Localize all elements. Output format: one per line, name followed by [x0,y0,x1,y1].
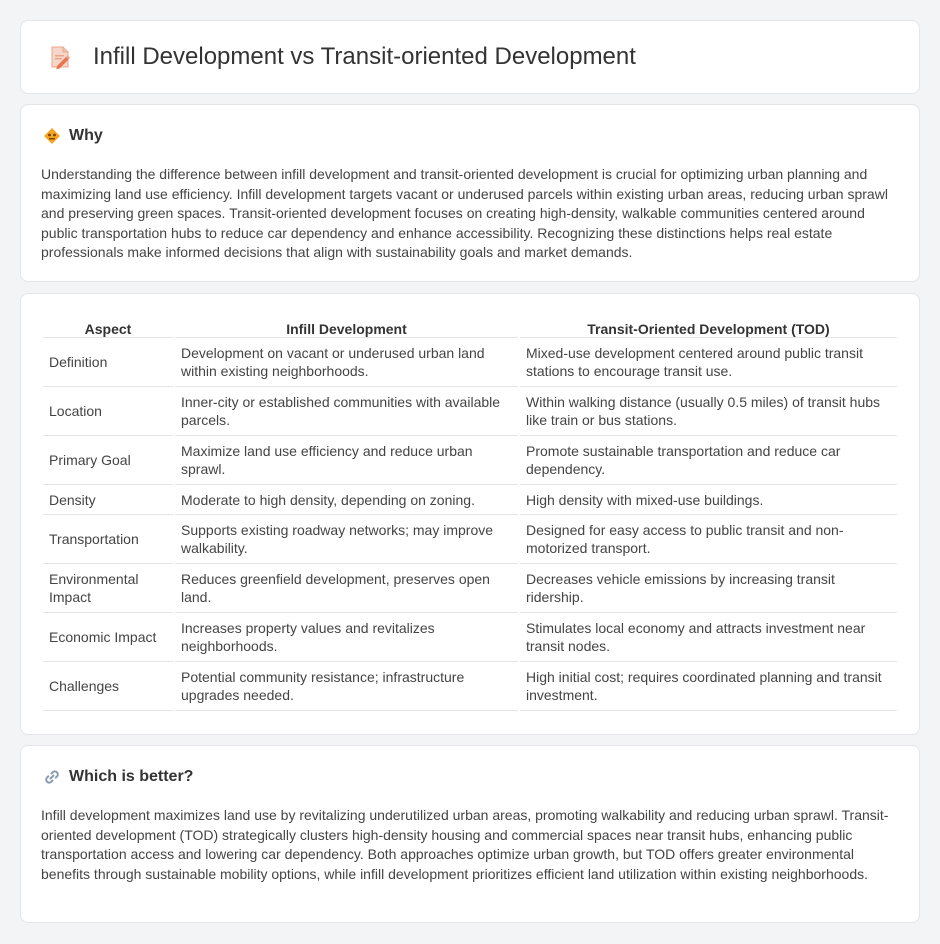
row-aspect: Challenges [43,662,173,711]
row-tod: Stimulates local economy and attracts in… [520,613,897,662]
row-infill: Development on vacant or underused urban… [175,338,518,387]
comparison-table: Aspect Infill Development Transit-Orient… [41,316,899,711]
row-aspect: Density [43,485,173,515]
table-row: Environmental Impact Reduces greenfield … [43,564,897,613]
comparison-table-card: Aspect Infill Development Transit-Orient… [20,293,920,735]
row-aspect: Definition [43,338,173,387]
why-body: Understanding the difference between inf… [41,166,888,261]
table-row: Challenges Potential community resistanc… [43,662,897,711]
table-row: Transportation Supports existing roadway… [43,515,897,564]
row-infill: Maximize land use efficiency and reduce … [175,436,518,485]
page-title: Infill Development vs Transit-oriented D… [93,43,636,70]
header-infill: Infill Development [175,316,518,338]
row-tod: Mixed-use development centered around pu… [520,338,897,387]
document-pencil-icon [47,44,73,70]
table-row: Primary Goal Maximize land use efficienc… [43,436,897,485]
row-aspect: Economic Impact [43,613,173,662]
header-aspect: Aspect [43,316,173,338]
table-row: Density Moderate to high density, depend… [43,485,897,515]
warning-diamond-icon [43,127,61,145]
row-infill: Potential community resistance; infrastr… [175,662,518,711]
why-card: Why Understanding the difference between… [20,104,920,282]
row-infill: Supports existing roadway networks; may … [175,515,518,564]
row-tod: Decreases vehicle emissions by increasin… [520,564,897,613]
row-tod: High density with mixed-use buildings. [520,485,897,515]
which-better-body: Infill development maximizes land use by… [41,807,889,882]
link-icon [43,768,61,786]
which-better-title: Which is better? [69,768,194,785]
row-tod: High initial cost; requires coordinated … [520,662,897,711]
header-tod: Transit-Oriented Development (TOD) [520,316,897,338]
row-aspect: Location [43,387,173,436]
which-better-card: Which is better? Infill development maxi… [20,745,920,923]
table-header-row: Aspect Infill Development Transit-Orient… [43,316,897,338]
row-infill: Increases property values and revitalize… [175,613,518,662]
row-infill: Inner-city or established communities wi… [175,387,518,436]
row-tod: Promote sustainable transportation and r… [520,436,897,485]
row-infill: Moderate to high density, depending on z… [175,485,518,515]
table-row: Definition Development on vacant or unde… [43,338,897,387]
why-title: Why [69,127,103,144]
row-aspect: Environmental Impact [43,564,173,613]
row-infill: Reduces greenfield development, preserve… [175,564,518,613]
header-card: Infill Development vs Transit-oriented D… [20,20,920,94]
row-tod: Designed for easy access to public trans… [520,515,897,564]
table-row: Economic Impact Increases property value… [43,613,897,662]
row-aspect: Transportation [43,515,173,564]
row-tod: Within walking distance (usually 0.5 mil… [520,387,897,436]
row-aspect: Primary Goal [43,436,173,485]
table-row: Location Inner-city or established commu… [43,387,897,436]
